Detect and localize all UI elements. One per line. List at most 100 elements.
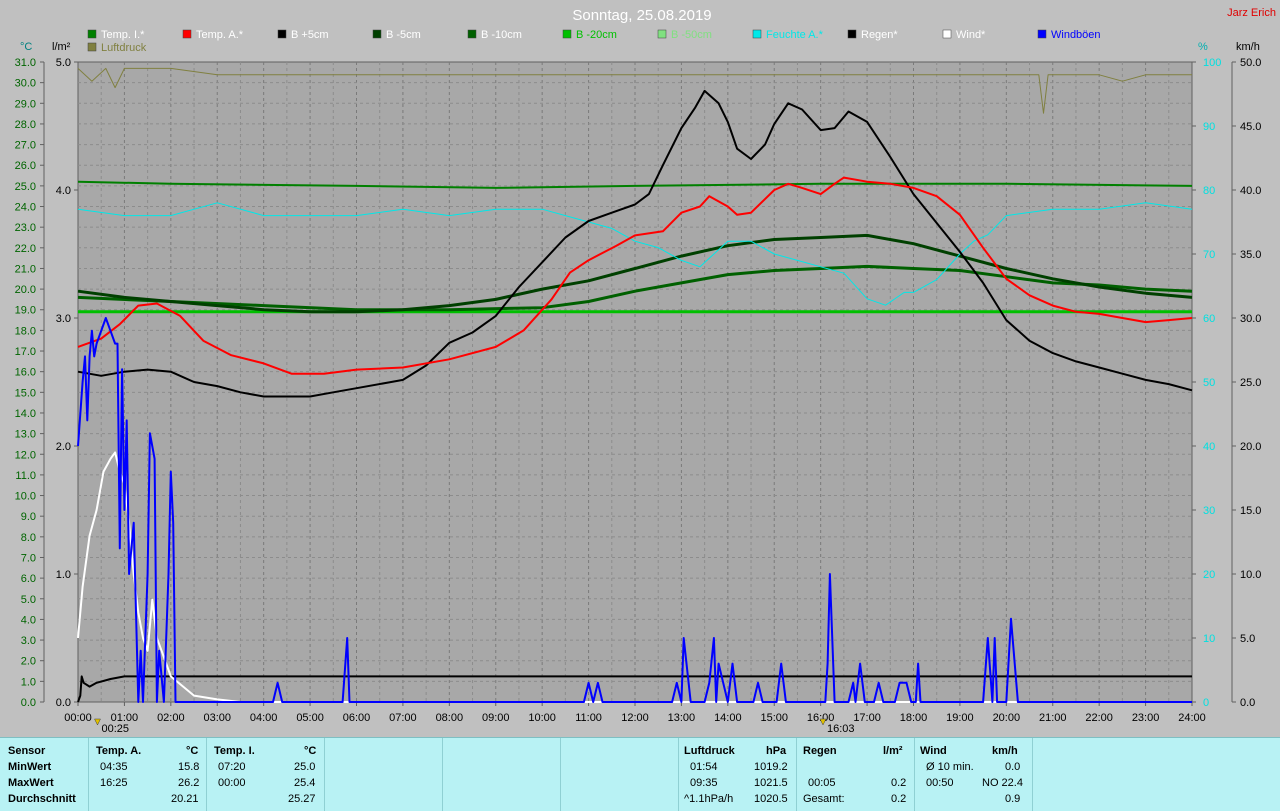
wind-avg10-label: Ø 10 min.	[926, 761, 974, 773]
rain-tick-label: 5.0	[56, 57, 71, 69]
row-label-min: MinWert	[8, 761, 52, 773]
wind-tick-label: 35.0	[1240, 249, 1261, 261]
wind-unit: km/h	[992, 745, 1018, 757]
legend-label: Windböen	[1051, 29, 1101, 41]
rain-unit: l/m²	[883, 745, 903, 757]
x-tick-label: 07:00	[389, 712, 417, 724]
temp-i-max-value: 25.4	[294, 777, 316, 789]
wind-tick-label: 30.0	[1240, 313, 1261, 325]
temp-tick-label: 7.0	[21, 552, 36, 564]
rain-max-value: 0.2	[891, 777, 907, 789]
wind-tick-label: 45.0	[1240, 121, 1261, 133]
temp-tick-label: 26.0	[15, 160, 36, 172]
humidity-tick-label: 30	[1203, 505, 1215, 517]
temp-tick-label: 22.0	[15, 243, 36, 255]
temp-tick-label: 28.0	[15, 119, 36, 131]
temp-i-min-time: 07:20	[218, 761, 246, 773]
humidity-tick-label: 50	[1203, 377, 1215, 389]
x-tick-label: 09:00	[482, 712, 510, 724]
legend-swatch	[657, 29, 667, 39]
temp-a-avg-value: 20.21	[171, 793, 199, 805]
humidity-tick-label: 0	[1203, 697, 1209, 709]
rain-total-value: 0.2	[891, 793, 907, 805]
humidity-tick-label: 70	[1203, 249, 1215, 261]
humidity-tick-label: 60	[1203, 313, 1215, 325]
temp-tick-label: 30.0	[15, 78, 36, 90]
x-tick-label: 15:00	[760, 712, 788, 724]
legend-swatch	[942, 29, 952, 39]
legend-label: Temp. I.*	[101, 29, 145, 41]
pressure-trend: ^1.1hPa/h	[684, 793, 734, 805]
rain-tick-label: 3.0	[56, 313, 71, 325]
legend-swatch	[1037, 29, 1047, 39]
x-tick-label: 11:00	[575, 712, 602, 724]
temp-tick-label: 24.0	[15, 202, 36, 214]
legend-label: B -10cm	[481, 29, 522, 41]
legend-swatch	[277, 29, 287, 39]
rain-header: Regen	[803, 745, 837, 757]
humidity-tick-label: 80	[1203, 185, 1215, 197]
row-label-avg: Durchschnitt	[8, 793, 76, 805]
temp-tick-label: 10.0	[15, 491, 36, 503]
pressure-unit: hPa	[766, 745, 787, 757]
legend-label: Luftdruck	[101, 42, 147, 54]
temp-a-unit: °C	[186, 745, 199, 757]
left-unit-temp: °C	[20, 41, 32, 53]
pressure-max-time: 09:35	[690, 777, 718, 789]
temp-i-header: Temp. I.	[214, 745, 255, 757]
temp-tick-label: 6.0	[21, 573, 36, 585]
x-tick-label: 19:00	[946, 712, 974, 724]
wind-max-time: 00:50	[926, 777, 954, 789]
legend-swatch	[87, 42, 97, 52]
temp-tick-label: 18.0	[15, 325, 36, 337]
humidity-tick-label: 20	[1203, 569, 1215, 581]
pressure-max-value: 1021.5	[754, 777, 788, 789]
time-marker-label: 00:25	[101, 723, 129, 735]
x-tick-label: 10:00	[528, 712, 556, 724]
statistics-table: Sensor MinWert MaxWert Durchschnitt Temp…	[0, 737, 1280, 811]
temp-tick-label: 20.0	[15, 284, 36, 296]
temp-tick-label: 12.0	[15, 449, 36, 461]
x-tick-label: 18:00	[900, 712, 928, 724]
pressure-min-time: 01:54	[690, 761, 718, 773]
sensor-header: Sensor	[8, 745, 46, 757]
temp-tick-label: 11.0	[15, 470, 36, 482]
temp-tick-label: 2.0	[21, 656, 36, 668]
time-marker-label: 16:03	[827, 723, 855, 735]
pressure-min-value: 1019.2	[754, 761, 788, 773]
wind-tick-label: 50.0	[1240, 57, 1261, 69]
temp-tick-label: 17.0	[15, 346, 36, 358]
legend-label: B +5cm	[291, 29, 329, 41]
wind-avg-value: 0.9	[1005, 793, 1021, 805]
temp-tick-label: 19.0	[15, 305, 36, 317]
temp-tick-label: 15.0	[15, 387, 36, 399]
temp-tick-label: 31.0	[15, 57, 36, 69]
humidity-tick-label: 90	[1203, 121, 1215, 133]
legend-swatch	[467, 29, 477, 39]
legend-label: Regen*	[861, 29, 898, 41]
author-label: Jarz Erich	[1227, 7, 1276, 19]
x-tick-label: 20:00	[993, 712, 1021, 724]
temp-tick-label: 21.0	[15, 263, 36, 275]
temp-tick-label: 4.0	[21, 614, 36, 626]
temp-tick-label: 25.0	[15, 181, 36, 193]
temp-i-avg-value: 25.27	[288, 793, 316, 805]
x-tick-label: 13:00	[668, 712, 696, 724]
chart-title: Sonntag, 25.08.2019	[572, 7, 711, 24]
temp-tick-label: 0.0	[21, 697, 36, 709]
rain-tick-label: 1.0	[56, 569, 71, 581]
x-tick-label: 03:00	[203, 712, 231, 724]
rain-max-time: 00:05	[808, 777, 836, 789]
temp-a-min-value: 15.8	[178, 761, 200, 773]
humidity-tick-label: 100	[1203, 57, 1221, 69]
x-tick-label: 21:00	[1039, 712, 1067, 724]
legend-swatch	[182, 29, 192, 39]
weather-chart: Sonntag, 25.08.2019 Jarz Erich °C l/m² %…	[0, 0, 1280, 737]
x-tick-label: 24:00	[1178, 712, 1206, 724]
legend-swatch	[87, 29, 97, 39]
x-tick-label: 08:00	[436, 712, 464, 724]
temp-a-min-time: 04:35	[100, 761, 128, 773]
temp-tick-label: 13.0	[15, 429, 36, 441]
pressure-avg-value: 1020.5	[754, 793, 788, 805]
legend-label: B -5cm	[386, 29, 421, 41]
